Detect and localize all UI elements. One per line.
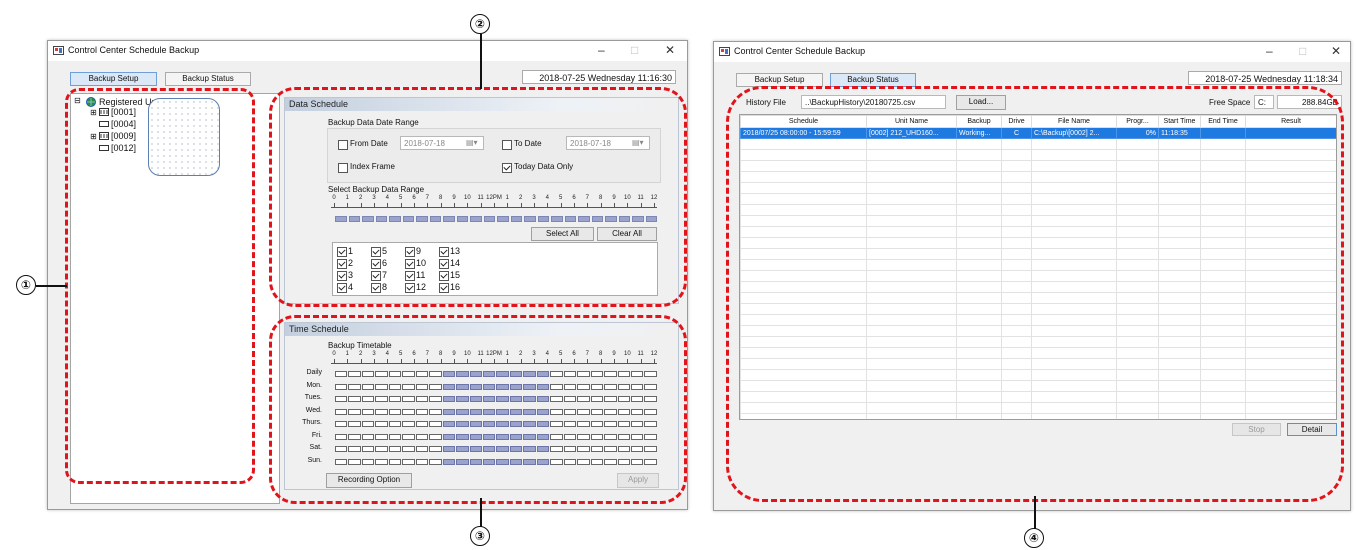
callout-1: ① bbox=[16, 275, 36, 295]
datetime-display: 2018-07-25 Wednesday 11:18:34 bbox=[1188, 71, 1342, 85]
callout-leader-line bbox=[480, 498, 482, 528]
maximize-icon[interactable]: □ bbox=[1299, 44, 1306, 58]
window-title: Control Center Schedule Backup bbox=[68, 45, 200, 55]
app-icon bbox=[53, 46, 64, 55]
minimize-icon[interactable]: – bbox=[598, 43, 605, 57]
callout-leader-line bbox=[36, 285, 67, 287]
tab-backup-status[interactable]: Backup Status bbox=[830, 73, 916, 87]
callout-4: ④ bbox=[1024, 528, 1044, 548]
close-icon[interactable]: ✕ bbox=[665, 43, 675, 57]
datetime-display: 2018-07-25 Wednesday 11:16:30 bbox=[522, 70, 676, 84]
tab-backup-setup[interactable]: Backup Setup bbox=[736, 73, 823, 87]
highlight-region-1 bbox=[65, 88, 255, 484]
callout-leader-line bbox=[480, 34, 482, 89]
close-icon[interactable]: ✕ bbox=[1331, 44, 1341, 58]
tab-backup-setup[interactable]: Backup Setup bbox=[70, 72, 157, 86]
window-title: Control Center Schedule Backup bbox=[734, 46, 866, 56]
callout-leader-line bbox=[1034, 496, 1036, 530]
callout-2: ② bbox=[470, 14, 490, 34]
highlight-region-3 bbox=[269, 315, 687, 504]
title-bar: Control Center Schedule Backup – □ ✕ bbox=[714, 42, 1350, 62]
highlight-region-2 bbox=[269, 87, 687, 307]
minimize-icon[interactable]: – bbox=[1266, 44, 1273, 58]
callout-3: ③ bbox=[470, 526, 490, 546]
maximize-icon[interactable]: □ bbox=[631, 43, 638, 57]
app-icon bbox=[719, 47, 730, 56]
highlight-region-4 bbox=[726, 86, 1344, 502]
title-bar: Control Center Schedule Backup – □ ✕ bbox=[48, 41, 687, 61]
tab-backup-status[interactable]: Backup Status bbox=[165, 72, 251, 86]
